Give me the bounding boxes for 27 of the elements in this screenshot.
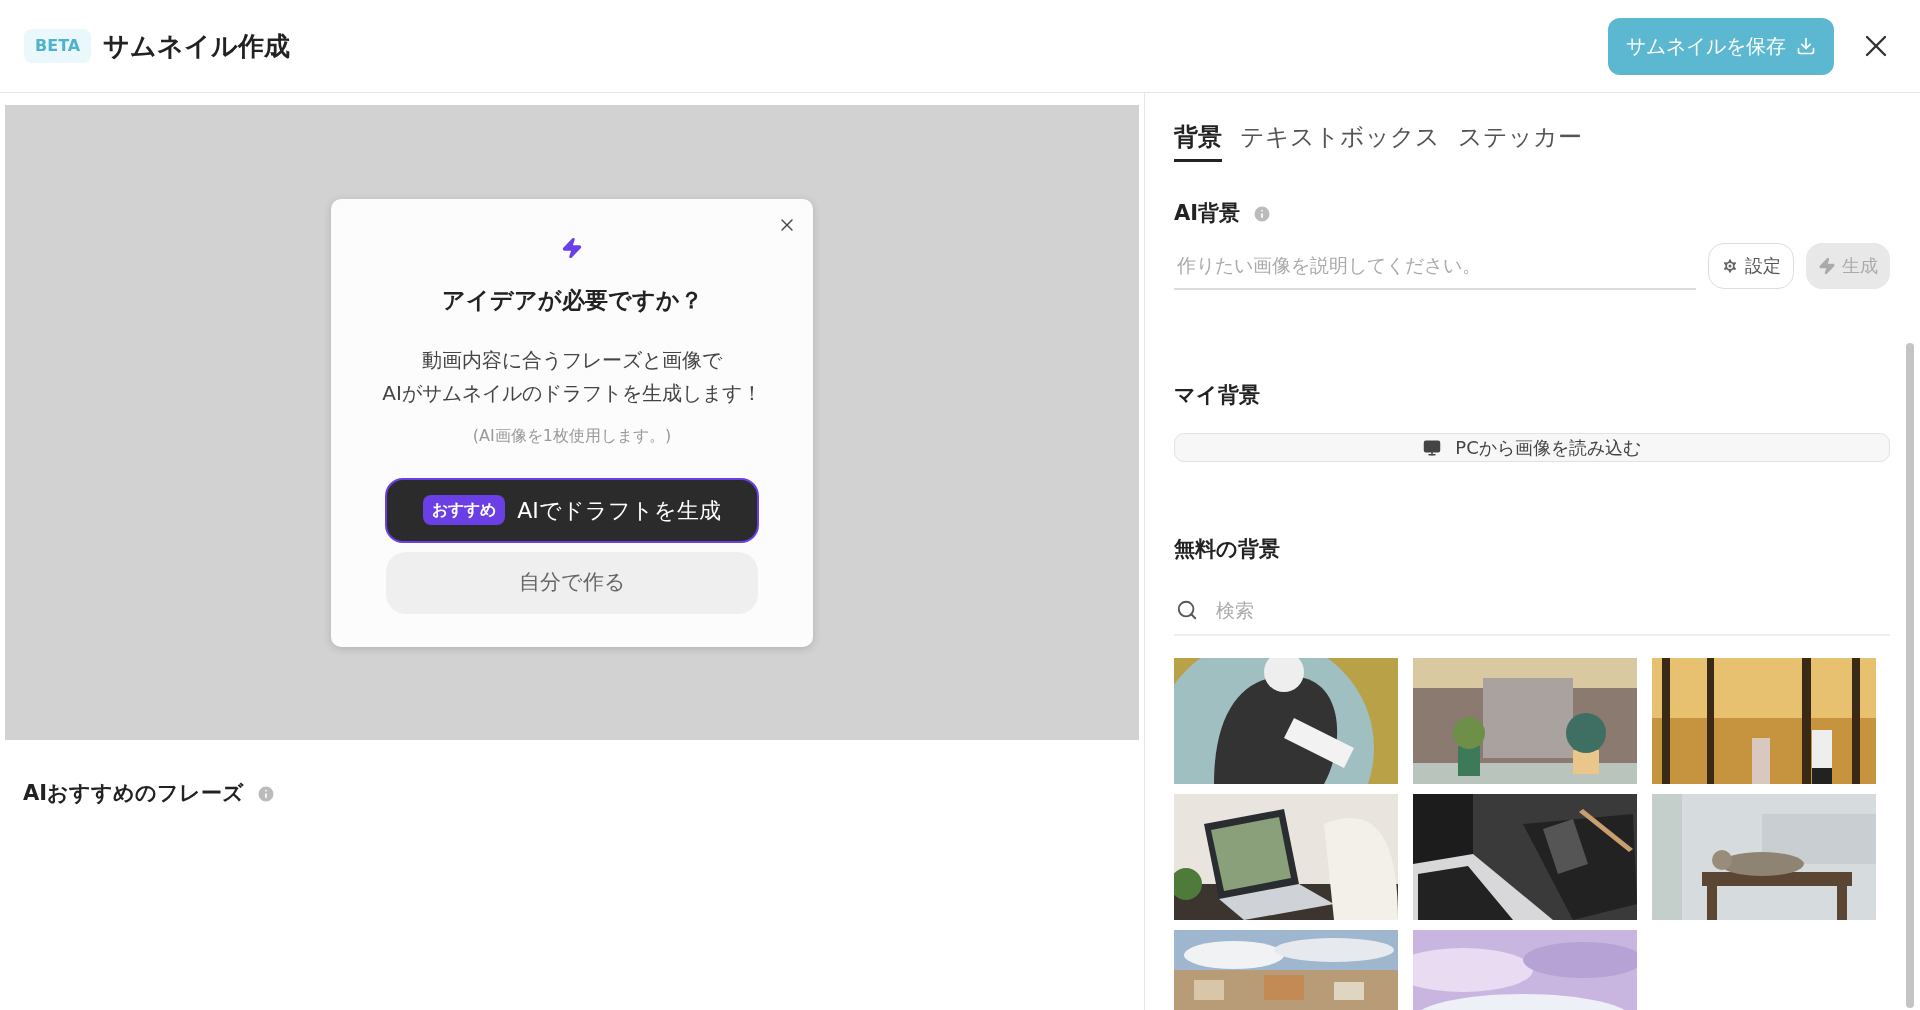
generate-draft-button[interactable]: おすすめ AIでドラフトを生成	[385, 477, 759, 543]
section-heading: AI背景	[1174, 200, 1241, 227]
section-heading: AIおすすめのフレーズ	[23, 780, 245, 807]
scrollbar[interactable]	[1906, 343, 1914, 1008]
page-title: サムネイル作成	[103, 29, 291, 63]
upload-from-pc-button[interactable]: PCから画像を読み込む	[1174, 433, 1890, 462]
section-heading: マイ背景	[1174, 381, 1261, 409]
search-icon	[1176, 598, 1198, 621]
generate-draft-label: AIでドラフトを生成	[517, 496, 721, 525]
tab[interactable]: テキストボックス	[1240, 119, 1440, 162]
download-icon	[1796, 36, 1816, 56]
lightning-icon	[561, 237, 583, 259]
section-heading: 無料の背景	[1174, 536, 1281, 563]
image-description-field[interactable]: 作りたい画像を説明してください。	[1174, 241, 1696, 290]
lightning-icon	[1818, 256, 1836, 275]
settings-icon	[1721, 256, 1739, 275]
tab[interactable]: 背景	[1174, 119, 1222, 162]
beta-badge: BETA	[24, 29, 92, 63]
dialog-title: アイデアが必要ですか？	[441, 286, 703, 315]
search-field[interactable]: 検索	[1216, 585, 1890, 634]
dialog-description: 動画内容に合うフレーズと画像で AIがサムネイルのドラフトを生成します！	[382, 346, 762, 407]
tab[interactable]: ステッカー	[1458, 119, 1582, 162]
make-yourself-button[interactable]: 自分で作る	[386, 551, 758, 614]
dialog-note: (AI画像を1枚使用します。)	[472, 424, 672, 447]
monitor-icon	[1423, 438, 1442, 457]
recommended-badge: おすすめ	[423, 495, 506, 525]
settings-button[interactable]: 設定	[1708, 242, 1794, 289]
